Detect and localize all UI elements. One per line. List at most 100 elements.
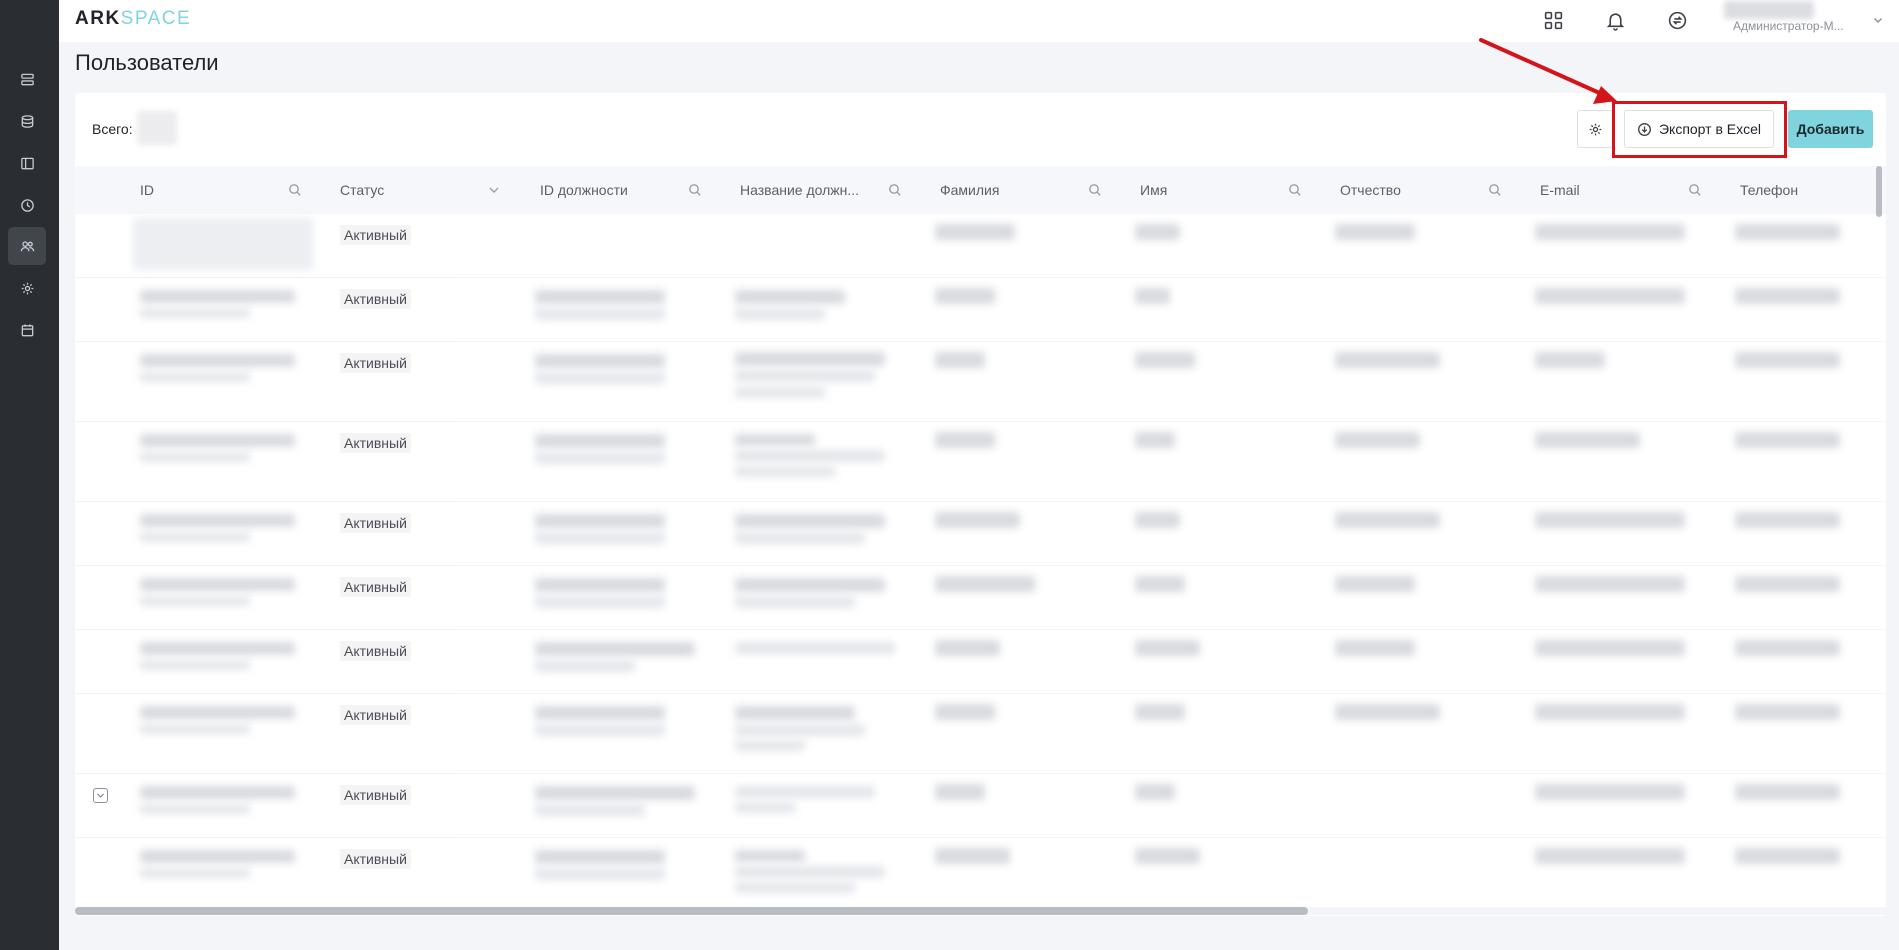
chevron-down-icon[interactable] [1871, 13, 1885, 27]
cell-position-id [535, 642, 695, 656]
cell-id [140, 642, 295, 655]
cell-position-id [535, 290, 665, 304]
logo-secondary: SPACE [120, 8, 192, 29]
sidebar-item-calendar[interactable] [8, 311, 46, 349]
column-header-patronymic[interactable]: Отчество [1340, 166, 1502, 214]
column-header-label: Статус [340, 182, 385, 198]
cell-position-id [535, 434, 665, 448]
search-icon[interactable] [1688, 183, 1702, 197]
cell-last-name [935, 288, 995, 304]
cell-patronymic [1335, 576, 1415, 592]
table-row[interactable]: Активный [75, 502, 1886, 566]
cell-patronymic [1335, 352, 1440, 368]
sidebar-item-settings[interactable] [8, 269, 46, 307]
cell-position-name [735, 642, 895, 654]
users-card: Всего: Экспорт в Excel Добавить ID Стату… [75, 93, 1886, 916]
cell-first-name [1135, 512, 1180, 528]
column-header-email[interactable]: E-mail [1540, 166, 1702, 214]
column-header-label: ID должности [540, 182, 628, 198]
search-icon[interactable] [288, 183, 302, 197]
notifications-button[interactable] [1601, 6, 1629, 34]
apps-grid-button[interactable] [1539, 6, 1567, 34]
cell-position-name [735, 352, 885, 366]
column-header-status[interactable]: Статус [340, 166, 500, 214]
search-icon[interactable] [1488, 183, 1502, 197]
cell-id [140, 786, 295, 799]
search-icon[interactable] [888, 183, 902, 197]
search-icon[interactable] [1288, 183, 1302, 197]
table-row[interactable]: Активный [75, 694, 1886, 774]
column-header-phone[interactable]: Телефон [1740, 166, 1860, 214]
user-name[interactable]: Администратор-М... [1733, 19, 1844, 33]
sync-button[interactable] [1663, 6, 1691, 34]
column-header-position-name[interactable]: Название должн... [740, 166, 902, 214]
search-icon[interactable] [688, 183, 702, 197]
sidebar-item-history[interactable] [8, 186, 46, 224]
status-badge: Активный [340, 577, 411, 597]
horizontal-scrollbar[interactable] [75, 907, 1308, 915]
status-badge: Активный [340, 641, 411, 661]
cell-email [1535, 432, 1640, 448]
cell-patronymic [1335, 640, 1415, 656]
sidebar-item-book[interactable] [8, 144, 46, 182]
cell-position-name [735, 514, 885, 528]
cell-position-name [735, 434, 815, 446]
cell-first-name [1135, 640, 1200, 656]
status-badge: Активный [340, 513, 411, 533]
table-row[interactable]: Активный [75, 630, 1886, 694]
chevron-down-icon[interactable] [487, 183, 501, 197]
cell-phone [1735, 784, 1840, 800]
status-badge: Активный [340, 353, 411, 373]
vertical-scrollbar[interactable] [1876, 166, 1882, 217]
table-row[interactable]: Активный [75, 422, 1886, 502]
sidebar-item-list[interactable] [8, 60, 46, 98]
column-header-last-name[interactable]: Фамилия [940, 166, 1102, 214]
cell-phone [1735, 512, 1840, 528]
column-header-first-name[interactable]: Имя [1140, 166, 1302, 214]
app-logo[interactable]: ARKSPACE [75, 8, 191, 30]
cell-first-name [1135, 432, 1175, 448]
page-title: Пользователи [75, 50, 219, 75]
table-row[interactable]: Активный [75, 278, 1886, 342]
cell-patronymic [1335, 432, 1420, 448]
column-header-position-id[interactable]: ID должности [540, 166, 702, 214]
table-row[interactable]: Активный [75, 838, 1886, 907]
table-settings-button[interactable] [1577, 110, 1613, 148]
cell-position-id [535, 514, 665, 528]
cell-email [1535, 848, 1685, 864]
table-row[interactable]: Активный [75, 566, 1886, 630]
cell-position-name [735, 578, 885, 592]
sidebar [0, 0, 59, 950]
logo-primary: ARK [75, 8, 121, 29]
cell-position-name [735, 290, 845, 304]
cell-first-name [1135, 224, 1180, 240]
cell-position-id [535, 578, 665, 592]
cell-id [140, 290, 295, 303]
table-header: ID Статус ID должности Название должн...… [75, 166, 1886, 214]
add-user-button[interactable]: Добавить [1788, 110, 1873, 148]
cell-email [1535, 512, 1685, 528]
book-icon [20, 157, 34, 169]
search-icon[interactable] [1088, 183, 1102, 197]
column-header-label: Телефон [1740, 182, 1799, 198]
cell-id [133, 218, 313, 270]
status-badge: Активный [340, 225, 411, 245]
clock-icon [20, 198, 34, 212]
table-row[interactable]: Активный [75, 342, 1886, 422]
table-row[interactable]: Активный [75, 774, 1886, 838]
row-expand-button[interactable] [93, 788, 108, 803]
bell-icon [1606, 12, 1624, 31]
sidebar-item-database[interactable] [8, 102, 46, 140]
cell-email [1535, 352, 1605, 368]
cell-first-name [1135, 784, 1175, 800]
column-header-id[interactable]: ID [140, 166, 302, 214]
cell-position-id [535, 354, 665, 368]
chevron-down-icon [97, 793, 104, 798]
cell-email [1535, 288, 1685, 304]
column-header-label: Отчество [1340, 182, 1401, 198]
sidebar-item-users[interactable] [8, 227, 46, 265]
table-row[interactable]: Активный [75, 214, 1886, 278]
cell-email [1535, 640, 1685, 656]
calendar-icon [21, 323, 33, 336]
cell-patronymic [1335, 512, 1440, 528]
